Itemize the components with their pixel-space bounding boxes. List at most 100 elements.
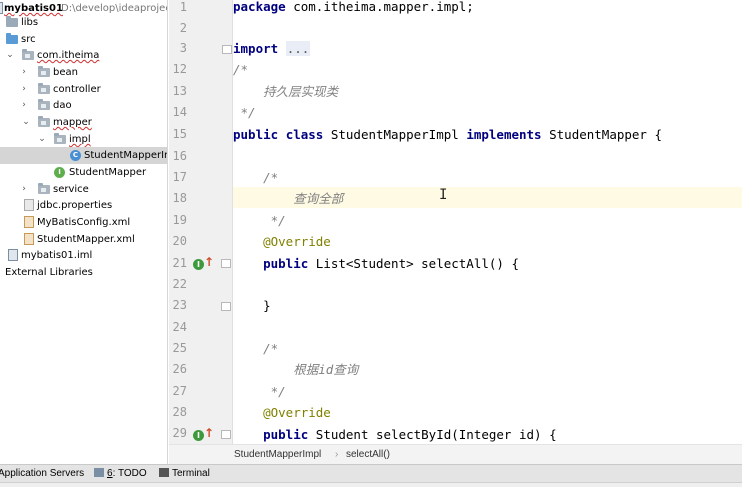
keyword: import xyxy=(233,41,279,56)
code-line-29: public Student selectById(Integer id) { xyxy=(233,424,557,444)
line-number: 24 xyxy=(172,320,187,334)
chevron-right-icon[interactable]: › xyxy=(19,181,29,198)
tree-item-label: StudentMapper.xml xyxy=(37,234,135,245)
chevron-right-icon[interactable]: › xyxy=(19,97,29,114)
tree-item-controller[interactable]: › controller xyxy=(0,81,167,98)
code-text: Student selectById(Integer id) { xyxy=(308,427,557,442)
tree-item-label: mapper xyxy=(53,117,92,128)
tree-item-label: com.itheima xyxy=(37,50,100,61)
package-icon xyxy=(38,99,50,110)
project-tree: mybatis01 D:\develop\ideaproject libs sr… xyxy=(0,0,168,464)
code-editor[interactable]: package com.itheima.mapper.impl; import … xyxy=(233,0,742,444)
code-line-13: 持久层实现类 xyxy=(233,84,339,99)
class-name: StudentMapperImpl xyxy=(323,127,467,142)
tree-item-mapper[interactable]: ⌄ mapper xyxy=(0,114,167,131)
class-icon: C xyxy=(70,150,81,161)
code-line-19: */ xyxy=(233,213,286,228)
code-text: List<Student> selectAll() { xyxy=(308,256,519,271)
tree-item-com-itheima[interactable]: ⌄ com.itheima xyxy=(0,47,167,64)
fold-collapse-icon[interactable] xyxy=(221,430,231,439)
keyword: package xyxy=(233,0,286,14)
package-icon xyxy=(38,116,50,127)
chevron-right-icon[interactable]: › xyxy=(19,81,29,98)
module-icon xyxy=(0,2,3,14)
line-number: 29 xyxy=(172,426,187,440)
line-number: 17 xyxy=(172,170,187,184)
tree-item-service[interactable]: › service xyxy=(0,181,167,198)
keyword: class xyxy=(285,127,324,142)
line-number: 23 xyxy=(172,298,187,312)
implements-method-icon[interactable]: I xyxy=(193,259,204,270)
tree-item-bean[interactable]: › bean xyxy=(0,64,167,81)
tree-item-label: controller xyxy=(53,84,101,95)
package-icon xyxy=(54,133,66,144)
package-icon xyxy=(22,49,34,60)
code-line-12: /* xyxy=(233,62,249,77)
tree-item-label: libs xyxy=(21,17,39,28)
line-number: 18 xyxy=(172,191,187,205)
code-line-3: import ... xyxy=(233,38,311,59)
code-line-1: package com.itheima.mapper.impl; xyxy=(233,0,474,17)
tree-item-libs[interactable]: libs xyxy=(0,14,167,31)
code-line-15: public class StudentMapperImpl implement… xyxy=(233,124,662,145)
text-cursor: I xyxy=(439,187,448,203)
chevron-down-icon[interactable]: ⌄ xyxy=(5,47,15,64)
chevron-down-icon[interactable]: ⌄ xyxy=(21,114,31,131)
line-number: 27 xyxy=(172,384,187,398)
terminal-label: Terminal xyxy=(172,468,210,479)
tree-item-label: StudentMapperIm xyxy=(84,150,168,161)
code-line-18: 查询全部 xyxy=(233,191,344,206)
implements-method-icon[interactable]: I xyxy=(193,430,204,441)
tree-item-iml[interactable]: mybatis01.iml xyxy=(0,247,167,264)
line-number: 25 xyxy=(172,341,187,355)
code-line-25: /* xyxy=(233,341,279,356)
line-number: 2 xyxy=(179,21,187,35)
tree-item-impl[interactable]: ⌄ impl xyxy=(0,131,167,148)
todo-tab[interactable]: 6: TODO xyxy=(94,465,147,482)
code-line-28: @Override xyxy=(233,405,331,420)
arrow-up-icon[interactable]: ↑ xyxy=(204,427,214,439)
tree-item-label: dao xyxy=(53,100,72,111)
keyword: public xyxy=(263,427,309,442)
tree-item-external-libraries[interactable]: External Libraries xyxy=(0,264,167,281)
line-number: 3 xyxy=(179,41,187,55)
module-file-icon xyxy=(8,249,18,261)
tree-item-student-mapper-impl[interactable]: C StudentMapperIm xyxy=(0,147,168,164)
package-icon xyxy=(38,183,50,194)
chevron-right-icon[interactable]: › xyxy=(19,64,29,81)
tree-item-label: StudentMapper xyxy=(69,167,147,178)
properties-file-icon xyxy=(24,199,34,211)
keyword: public xyxy=(263,256,309,271)
arrow-up-icon[interactable]: ↑ xyxy=(204,256,214,268)
tree-item-label: MyBatisConfig.xml xyxy=(37,217,131,228)
todo-icon xyxy=(94,468,104,477)
fold-expand-icon[interactable] xyxy=(222,45,232,54)
terminal-tab[interactable]: Terminal xyxy=(159,465,210,482)
code-line-23: } xyxy=(233,298,271,313)
tree-item-src[interactable]: src xyxy=(0,31,167,48)
tree-item-label: impl xyxy=(69,134,91,145)
tree-item-jdbc-properties[interactable]: jdbc.properties xyxy=(0,197,167,214)
breadcrumb-separator: › xyxy=(335,449,339,460)
xml-file-icon xyxy=(24,233,34,245)
terminal-icon xyxy=(159,468,169,477)
code-line-21: public List<Student> selectAll() { xyxy=(233,253,519,274)
tree-item-student-mapper-xml[interactable]: StudentMapper.xml xyxy=(0,231,167,248)
fold-end-icon[interactable] xyxy=(221,302,231,311)
line-number: 22 xyxy=(172,277,187,291)
breadcrumb-method[interactable]: selectAll() xyxy=(346,445,390,464)
tree-item-student-mapper[interactable]: I StudentMapper xyxy=(0,164,167,181)
breadcrumb-class[interactable]: StudentMapperImpl xyxy=(234,445,321,464)
keyword: public xyxy=(233,127,279,142)
code-text: com.itheima.mapper.impl; xyxy=(285,0,474,14)
fold-collapse-icon[interactable] xyxy=(221,259,231,268)
tree-item-label: jdbc.properties xyxy=(37,200,113,211)
chevron-down-icon[interactable]: ⌄ xyxy=(37,131,47,148)
folder-icon xyxy=(6,16,18,27)
app-servers-tab[interactable]: Application Servers xyxy=(0,465,84,482)
folded-imports[interactable]: ... xyxy=(285,41,311,56)
status-bar xyxy=(0,482,742,487)
tree-item-dao[interactable]: › dao xyxy=(0,97,167,114)
line-number: 19 xyxy=(172,213,187,227)
tree-item-mybatis-config[interactable]: MyBatisConfig.xml xyxy=(0,214,167,231)
